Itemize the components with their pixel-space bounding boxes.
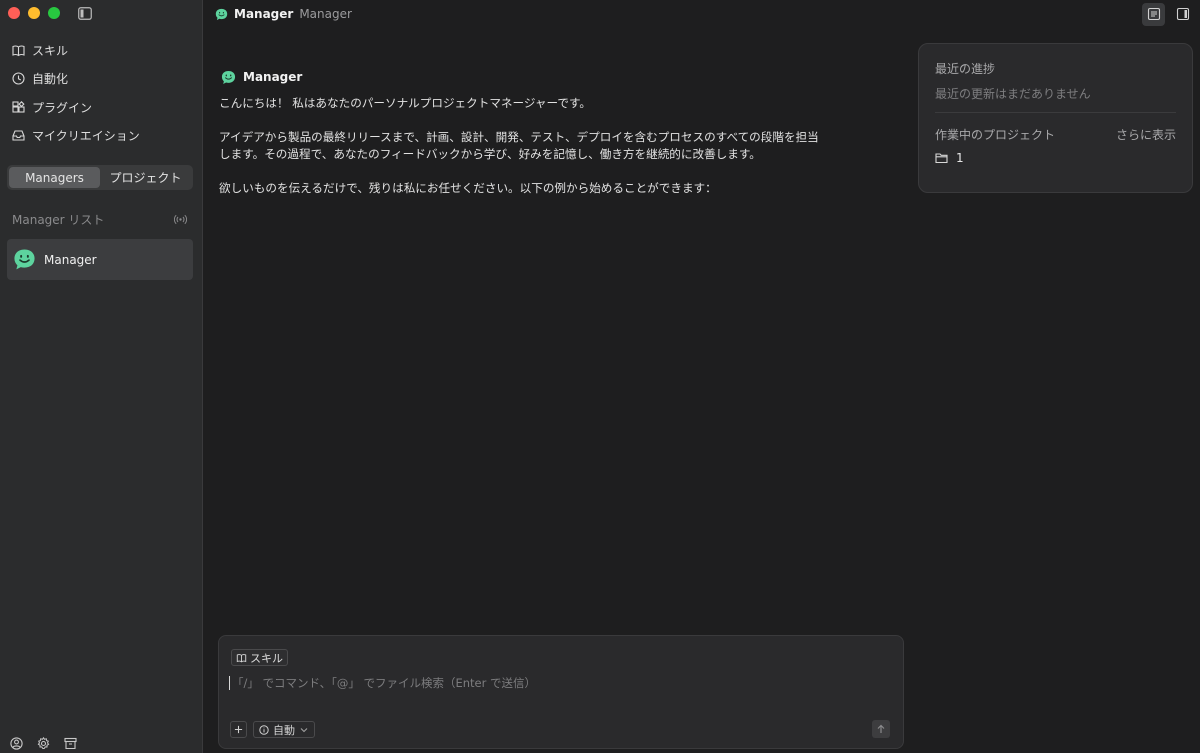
manager-avatar-icon [221,70,236,84]
chat-area: Manager こんにちは！ 私はあなたのパーソナルプロジェクトマネージャーです… [219,68,819,214]
send-button[interactable] [872,720,890,738]
broadcast-icon[interactable] [174,214,187,225]
project-item[interactable]: 1 [935,151,1176,165]
sidebar-item-label: マイクリエイション [32,129,140,144]
message-author: Manager [243,70,303,84]
clock-icon [12,72,25,85]
sidebar-footer [10,737,77,750]
message-input[interactable] [232,676,872,690]
recent-progress-empty: 最近の更新はまだありません [935,87,1091,101]
manager-name: Manager [44,252,97,267]
archive-icon[interactable] [64,737,77,750]
sidebar-toggle-icon[interactable] [78,7,92,20]
sidebar-item-label: 自動化 [32,72,69,87]
sidebar-item-label: プラグイン [32,100,93,115]
skill-chip[interactable]: スキル [231,649,288,666]
plus-icon [234,725,243,734]
mode-label: 自動 [273,723,295,737]
sidebar-item-skills[interactable]: スキル [0,36,203,65]
manager-list-header: Manager リスト [12,211,187,227]
zoom-window-button[interactable] [48,7,60,19]
top-bar-actions [1142,0,1200,28]
show-more-link[interactable]: さらに表示 [1116,126,1176,142]
close-window-button[interactable] [8,7,20,19]
panel-divider [935,112,1176,113]
sidebar-right-icon [1176,7,1189,21]
user-icon[interactable] [10,737,23,750]
sidebar-item-label: スキル [32,43,69,58]
page-subtitle: Manager [299,7,352,21]
window-controls [8,7,60,19]
recent-progress-title: 最近の進捗 [935,62,996,76]
active-projects-title: 作業中のプロジェクト [935,128,1056,142]
chevron-down-icon [300,727,308,732]
sidebar-item-my-creations[interactable]: マイクリエイション [0,122,203,151]
add-attachment-button[interactable] [230,721,247,738]
gear-icon[interactable] [37,737,50,750]
manager-avatar-icon [14,249,35,270]
message-paragraph: アイデアから製品の最終リリースまで、計画、設計、開発、テスト、デプロイを含むプロ… [219,130,819,161]
sidebar-item-automation[interactable]: 自動化 [0,65,203,94]
folder-icon [935,153,948,164]
segment-managers[interactable]: Managers [9,167,100,188]
message-body: こんにちは！ 私はあなたのパーソナルプロジェクトマネージャーです。 アイデアから… [219,95,819,197]
book-icon [12,45,25,56]
progress-panel: 最近の進捗 最近の更新はまだありません 作業中のプロジェクト さらに表示 1 [918,43,1193,193]
right-sidebar-toggle-button[interactable] [1171,3,1194,26]
page-title: Manager [234,7,294,21]
message-header: Manager [221,68,819,86]
sidebar: スキル 自動化 プラグイン マイクリエイション Managers プロジェクト … [0,0,203,753]
message-paragraph: こんにちは！ 私はあなたのパーソナルプロジェクトマネージャーです。 [219,96,592,110]
arrow-up-icon [877,724,885,733]
inbox-icon [12,130,25,141]
manager-avatar-icon [215,8,228,20]
mode-selector[interactable]: 自動 [253,721,315,738]
project-name: 1 [956,151,964,165]
top-bar: Manager Manager [204,0,1200,28]
projects-header: 作業中のプロジェクト さらに表示 [935,126,1176,142]
manager-list-title: Manager リスト [12,212,105,227]
details-panel-button[interactable] [1142,2,1165,26]
segment-projects[interactable]: プロジェクト [100,167,191,188]
text-caret [229,676,230,690]
composer-input-row [229,675,889,691]
composer-toolbar: 自動 [230,721,315,738]
sidebar-nav: スキル 自動化 プラグイン マイクリエイション [0,36,203,150]
book-icon [236,653,247,662]
message-composer: スキル 自動 [218,635,904,749]
sidebar-item-plugins[interactable]: プラグイン [0,93,203,122]
info-circle-icon [259,724,269,735]
message-paragraph: 欲しいものを伝えるだけで、残りは私にお任せください。以下の例から始めることができ… [219,181,717,195]
skill-chip-label: スキル [250,651,283,665]
puzzle-icon [12,100,25,113]
manager-list-item[interactable]: Manager [7,239,193,280]
list-panel-icon [1147,7,1160,21]
sidebar-segmented-control: Managers プロジェクト [7,165,193,190]
minimize-window-button[interactable] [28,7,40,19]
